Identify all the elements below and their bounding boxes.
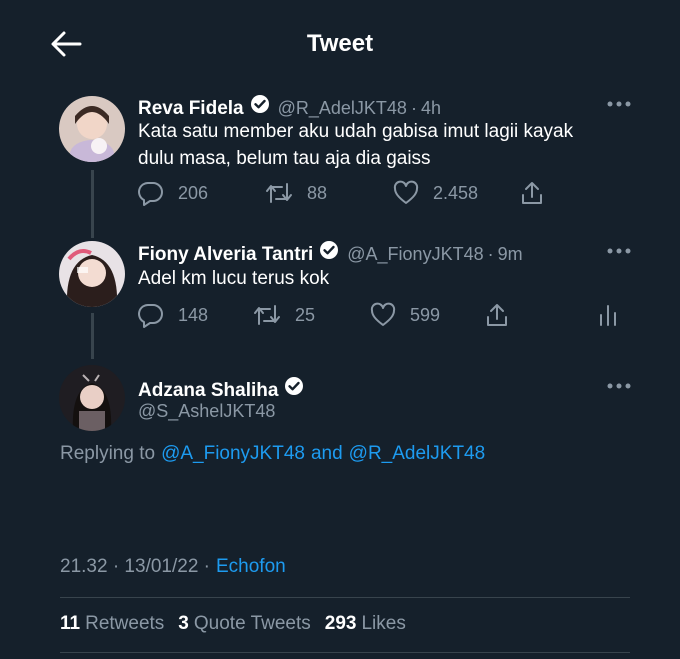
tweet-time[interactable]: 4h (421, 98, 441, 119)
heart-icon (393, 180, 419, 204)
divider (60, 597, 630, 598)
retweet-total-label[interactable]: Retweets (85, 613, 164, 635)
reply-button[interactable]: 148 (138, 302, 208, 328)
thread-line (91, 313, 94, 359)
reply-to-link[interactable]: @R_AdelJKT48 (349, 443, 486, 465)
retweet-count: 88 (307, 182, 328, 203)
more-icon[interactable] (607, 383, 631, 389)
reply-count: 206 (178, 182, 209, 203)
share-icon[interactable] (485, 302, 509, 328)
divider (60, 652, 630, 653)
like-button[interactable]: 2.458 (393, 180, 478, 206)
like-count: 599 (410, 304, 441, 325)
author-handle[interactable]: @S_AshelJKT48 (138, 401, 275, 422)
tweet-timestamp: 21.32 · 13/01/22 · (60, 556, 210, 577)
like-total[interactable]: 293 (325, 613, 357, 635)
retweet-button[interactable]: 88 (265, 180, 327, 206)
retweet-count: 25 (295, 304, 316, 325)
tweet-meta: 21.32 · 13/01/22 · Echofon (60, 556, 286, 578)
verified-badge-icon (250, 95, 269, 113)
tweet-time[interactable]: 9m (498, 244, 523, 265)
reply-icon (138, 181, 163, 206)
quote-total[interactable]: 3 (178, 613, 189, 635)
engagement-stats: 11 Retweets 3 Quote Tweets 293 Likes (60, 613, 406, 635)
like-total-label[interactable]: Likes (361, 613, 405, 635)
author-name[interactable]: Fiony Alveria Tantri (138, 244, 313, 266)
retweet-total[interactable]: 11 (60, 613, 80, 635)
verified-badge-icon (320, 241, 339, 259)
share-icon[interactable] (520, 180, 544, 206)
reply-button[interactable]: 206 (138, 180, 208, 206)
separator-dot: · (410, 98, 417, 118)
reply-icon (138, 303, 163, 328)
tweet-text: dulu masa, belum tau aja dia gaiss (138, 148, 431, 169)
client-link[interactable]: Echofon (216, 556, 286, 578)
retweet-button[interactable]: 25 (253, 302, 315, 328)
author-handle[interactable]: @R_AdelJKT48 (278, 98, 407, 119)
more-icon[interactable] (607, 248, 631, 254)
heart-icon (370, 302, 396, 326)
avatar[interactable] (59, 365, 125, 431)
retweet-icon (266, 183, 292, 203)
verified-badge-icon (285, 377, 304, 395)
like-count: 2.458 (433, 182, 479, 203)
reply-to-and: and (310, 443, 343, 464)
avatar[interactable] (59, 96, 125, 162)
reply-to-link[interactable]: @A_FionyJKT48 (161, 443, 305, 465)
page-title: Tweet (306, 30, 374, 57)
reply-count: 148 (178, 304, 209, 325)
more-icon[interactable] (607, 101, 631, 107)
author-name[interactable]: Reva Fidela (138, 98, 244, 120)
tweet-text: Kata satu member aku udah gabisa imut la… (138, 121, 574, 142)
quote-total-label[interactable]: Quote Tweets (194, 613, 311, 635)
tweet-text: Adel km lucu terus kok (138, 268, 330, 289)
replying-to-label: Replying to (60, 443, 156, 464)
analytics-icon[interactable] (598, 302, 618, 328)
separator-dot: · (487, 244, 494, 264)
replying-to: Replying to @A_FionyJKT48 and @R_AdelJKT… (60, 443, 485, 465)
author-name[interactable]: Adzana Shaliha (138, 380, 278, 402)
like-button[interactable]: 599 (370, 302, 440, 328)
retweet-icon (254, 305, 280, 325)
thread-line (91, 170, 94, 238)
avatar[interactable] (59, 241, 125, 307)
author-handle[interactable]: @A_FionyJKT48 (347, 244, 483, 265)
